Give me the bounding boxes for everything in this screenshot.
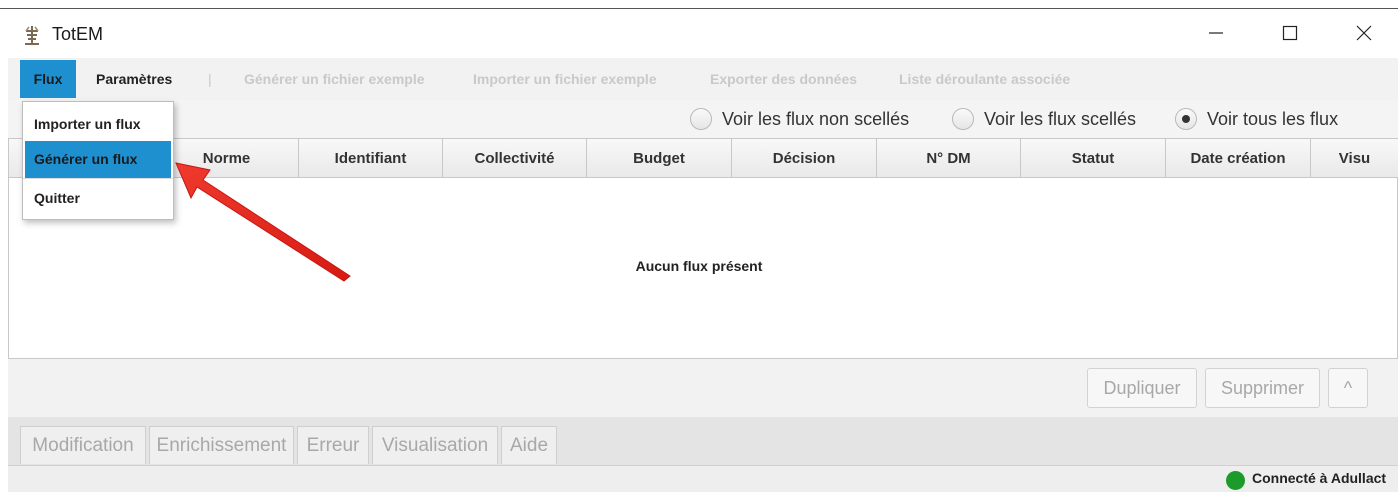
- menu-bar: [8, 58, 1398, 100]
- table-empty-message: Aucun flux présent: [635, 258, 763, 274]
- menu-parametres[interactable]: Paramètres: [96, 60, 172, 98]
- minimize-icon: [1209, 32, 1223, 34]
- menu-generer-fichier-exemple[interactable]: Générer un fichier exemple: [244, 60, 425, 98]
- menu-item-importer-flux[interactable]: Importer un flux: [23, 106, 173, 143]
- menu-importer-fichier-exemple[interactable]: Importer un fichier exemple: [473, 60, 657, 98]
- radio-label: Voir tous les flux: [1207, 108, 1339, 129]
- menu-item-quitter[interactable]: Quitter: [23, 180, 173, 217]
- window-title: TotEM: [52, 24, 104, 44]
- radio-unchecked-icon: [690, 108, 712, 130]
- delete-button[interactable]: Supprimer: [1205, 368, 1320, 408]
- tab-visualisation[interactable]: Visualisation: [372, 426, 498, 464]
- scroll-up-button[interactable]: ^: [1328, 368, 1368, 408]
- radio-flux-non-scelles[interactable]: Voir les flux non scellés: [690, 105, 909, 133]
- maximize-button[interactable]: [1262, 14, 1318, 52]
- tab-aide[interactable]: Aide: [501, 426, 557, 464]
- column-header-date-creation[interactable]: Date création: [1166, 139, 1311, 178]
- app-icon: [22, 25, 42, 45]
- menu-divider: [23, 178, 173, 179]
- menu-liste-deroulante[interactable]: Liste déroulante associée: [899, 60, 1070, 98]
- minimize-button[interactable]: [1188, 14, 1244, 52]
- menu-item-generer-flux[interactable]: Générer un flux: [25, 141, 171, 178]
- radio-label: Voir les flux scellés: [984, 108, 1137, 129]
- menu-separator: |: [208, 71, 212, 87]
- column-header-budget[interactable]: Budget: [587, 139, 732, 178]
- close-button[interactable]: [1336, 14, 1392, 52]
- radio-checked-icon: [1175, 108, 1197, 130]
- column-header-statut[interactable]: Statut: [1021, 139, 1166, 178]
- column-header-num-dm[interactable]: N° DM: [877, 139, 1021, 178]
- column-header-norme[interactable]: Norme: [155, 139, 299, 178]
- column-header-decision[interactable]: Décision: [732, 139, 877, 178]
- menu-flux[interactable]: Flux: [20, 60, 76, 98]
- tab-erreur[interactable]: Erreur: [297, 426, 369, 464]
- tab-modification[interactable]: Modification: [20, 426, 146, 464]
- radio-unchecked-icon: [952, 108, 974, 130]
- column-header-identifiant[interactable]: Identifiant: [299, 139, 443, 178]
- radio-label: Voir les flux non scellés: [722, 108, 910, 129]
- radio-tous-les-flux[interactable]: Voir tous les flux: [1175, 105, 1338, 133]
- column-header-visu[interactable]: Visu: [1311, 139, 1398, 178]
- connection-status-text: Connecté à Adullact: [1252, 470, 1387, 486]
- tab-enrichissement[interactable]: Enrichissement: [149, 426, 294, 464]
- close-icon: [1356, 25, 1372, 41]
- maximize-icon: [1282, 25, 1298, 41]
- column-header-collectivite[interactable]: Collectivité: [443, 139, 587, 178]
- connection-status-icon: [1226, 471, 1245, 490]
- status-bar: [8, 465, 1398, 492]
- radio-flux-scelles[interactable]: Voir les flux scellés: [952, 105, 1136, 133]
- duplicate-button[interactable]: Dupliquer: [1087, 368, 1197, 408]
- menu-exporter-donnees[interactable]: Exporter des données: [710, 60, 857, 98]
